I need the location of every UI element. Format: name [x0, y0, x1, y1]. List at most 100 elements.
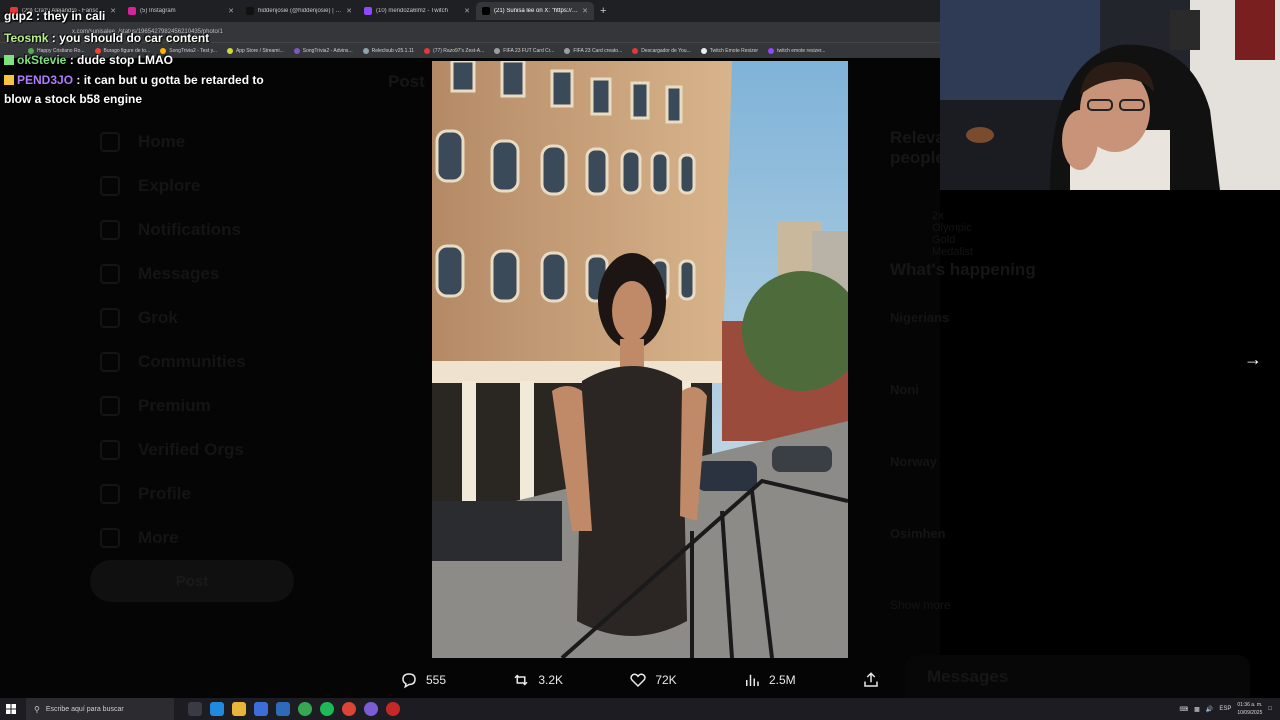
clock[interactable]: 01:36 a. m. 10/09/2025 [1237, 701, 1262, 717]
taskbar-search-field[interactable]: ⚲ Escribe aquí para buscar [26, 698, 174, 720]
relevant-bio: 2x Olympic Gold Medalist [932, 210, 973, 258]
tab-favicon-icon [482, 7, 490, 15]
chat-username: PEND3JO [17, 73, 74, 87]
obs-icon[interactable] [386, 702, 400, 716]
sidebar-item-icon [100, 484, 120, 504]
bookmark-label: FIFA 23 FUT Card Cr... [503, 47, 555, 54]
post-action-bar: 555 3.2K 72K 2.5M [380, 662, 900, 698]
show-more-link[interactable]: Show more [890, 598, 1170, 612]
sidebar-item-label: Home [138, 132, 186, 151]
trend-item[interactable]: Norway [890, 454, 1170, 526]
share-button[interactable] [862, 671, 880, 689]
post-photo[interactable] [432, 61, 848, 658]
sidebar-item-more[interactable]: More [100, 516, 246, 560]
task-view-icon[interactable] [188, 702, 202, 716]
chat-text: dude stop LMAO [77, 53, 174, 67]
sidebar-item-profile[interactable]: Profile [100, 472, 246, 516]
language-indicator[interactable]: ESP [1219, 706, 1231, 712]
bookmark-item[interactable]: SongTrivia2 - Advins... [293, 47, 353, 54]
start-button[interactable] [0, 698, 22, 720]
bookmark-item[interactable]: Descargador de You... [632, 47, 691, 54]
app-icon[interactable] [276, 702, 290, 716]
keyboard-icon[interactable]: ⌨ [1180, 706, 1189, 713]
sidebar-item-notifications[interactable]: Notifications [100, 208, 246, 252]
bookmark-label: twitch emote resizer... [777, 47, 826, 54]
chat-message: gup2 : they in cali [4, 5, 264, 27]
sidebar-item-premium[interactable]: Premium [100, 384, 246, 428]
like-count: 72K [655, 673, 677, 687]
tab-close-icon[interactable]: ✕ [582, 7, 588, 15]
bookmark-item[interactable]: twitch emote resizer... [768, 47, 826, 54]
bookmark-item[interactable]: FIFA 23 FUT Card Cr... [494, 47, 555, 54]
edge-icon[interactable] [210, 702, 224, 716]
sidebar-item-verified-orgs[interactable]: Verified Orgs [100, 428, 246, 472]
chat-separator: : [73, 73, 84, 87]
tab-title: (10) mendoza6lmz - Twitch [376, 8, 448, 14]
tab-close-icon[interactable]: ✕ [464, 7, 470, 15]
bookmark-item[interactable]: (77) Razo97's Zest-A... [424, 47, 484, 54]
webcam-overlay [940, 0, 1280, 190]
chrome-profile-icon[interactable] [342, 702, 356, 716]
volume-icon[interactable]: 🔊 [1206, 706, 1213, 713]
trend-item[interactable]: Noni [890, 382, 1170, 454]
system-tray: ⌨ ▩ 🔊 ESP 01:36 a. m. 10/09/2025 □ [1180, 698, 1273, 720]
stream-chat: gup2 : they in cali Teosmk : you should d… [4, 5, 264, 109]
clock-date: 10/09/2025 [1237, 710, 1263, 716]
browser-tab[interactable]: (10) mendoza6lmz - Twitch ✕ [358, 2, 476, 20]
heart-icon [630, 673, 647, 688]
sidebar-item-icon [100, 176, 120, 196]
views-count: 2.5M [768, 673, 796, 687]
tab-title: (21) Sunisa lee on X: "https://t... [494, 8, 579, 14]
messages-dock[interactable]: Messages [905, 655, 1250, 699]
sidebar-item-icon [100, 352, 120, 372]
sidebar-item-grok[interactable]: Grok [100, 296, 246, 340]
chat-message: okStevie : dude stop LMAO [4, 49, 264, 71]
notification-icon[interactable]: □ [1268, 706, 1272, 712]
new-tab-button[interactable]: + [600, 5, 606, 17]
trend-item[interactable]: Osimhen [890, 526, 1170, 598]
sidebar-item-icon [100, 132, 120, 152]
sidebar-item-messages[interactable]: Messages [100, 252, 246, 296]
bookmark-favicon-icon [362, 47, 369, 54]
whats-happening-title: What's happening [890, 260, 1036, 279]
windows-icon [6, 704, 16, 714]
spotify-icon[interactable] [320, 702, 334, 716]
sidebar-item-explore[interactable]: Explore [100, 164, 246, 208]
reply-count: 555 [426, 673, 447, 687]
reply-button[interactable]: 555 [400, 671, 446, 689]
store-icon[interactable] [254, 702, 268, 716]
sidebar-item-label: Communities [138, 352, 246, 371]
browser-tab[interactable]: (21) Sunisa lee on X: "https://t... ✕ [476, 2, 594, 20]
sidebar-item-home[interactable]: Home [100, 120, 246, 164]
reply-icon [402, 673, 416, 689]
bookmark-item[interactable]: Twitch Emote Resizer [700, 47, 759, 54]
sidebar-item-communities[interactable]: Communities [100, 340, 246, 384]
bookmark-item[interactable]: Relecloub v25.1.11 [362, 47, 415, 54]
chat-username: gup2 [4, 9, 33, 23]
bookmark-favicon-icon [424, 47, 431, 54]
sidebar-item-label: Grok [138, 308, 178, 327]
bookmark-label: FIFA 23 Card creato... [573, 47, 623, 54]
chrome-profile-2-icon[interactable] [364, 702, 378, 716]
bookmark-label: SongTrivia2 - Advins... [302, 47, 353, 54]
tab-close-icon[interactable]: ✕ [346, 7, 352, 15]
next-photo-arrow-icon[interactable]: → [1240, 346, 1266, 372]
file-explorer-icon[interactable] [232, 702, 246, 716]
bookmark-item[interactable]: FIFA 23 Card creato... [564, 47, 623, 54]
repost-icon [514, 674, 528, 686]
bookmark-label: Relecloub v25.1.11 [371, 47, 415, 54]
bookmark-label: Twitch Emote Resizer [709, 47, 759, 54]
chrome-icon[interactable] [298, 702, 312, 716]
sidebar-item-icon [100, 528, 120, 548]
repost-button[interactable]: 3.2K [512, 671, 563, 689]
trend-item[interactable]: Nigerians [890, 310, 1170, 382]
network-icon[interactable]: ▩ [1194, 706, 1200, 713]
webcam-image [940, 0, 1280, 190]
sidebar-item-icon [100, 440, 120, 460]
chat-badge-icon [4, 55, 14, 65]
like-button[interactable]: 72K [629, 671, 677, 689]
share-icon [864, 672, 878, 687]
post-button[interactable]: Post [90, 560, 294, 602]
views-button[interactable]: 2.5M [743, 671, 796, 689]
chat-message: Teosmk : you should do car content [4, 27, 264, 49]
